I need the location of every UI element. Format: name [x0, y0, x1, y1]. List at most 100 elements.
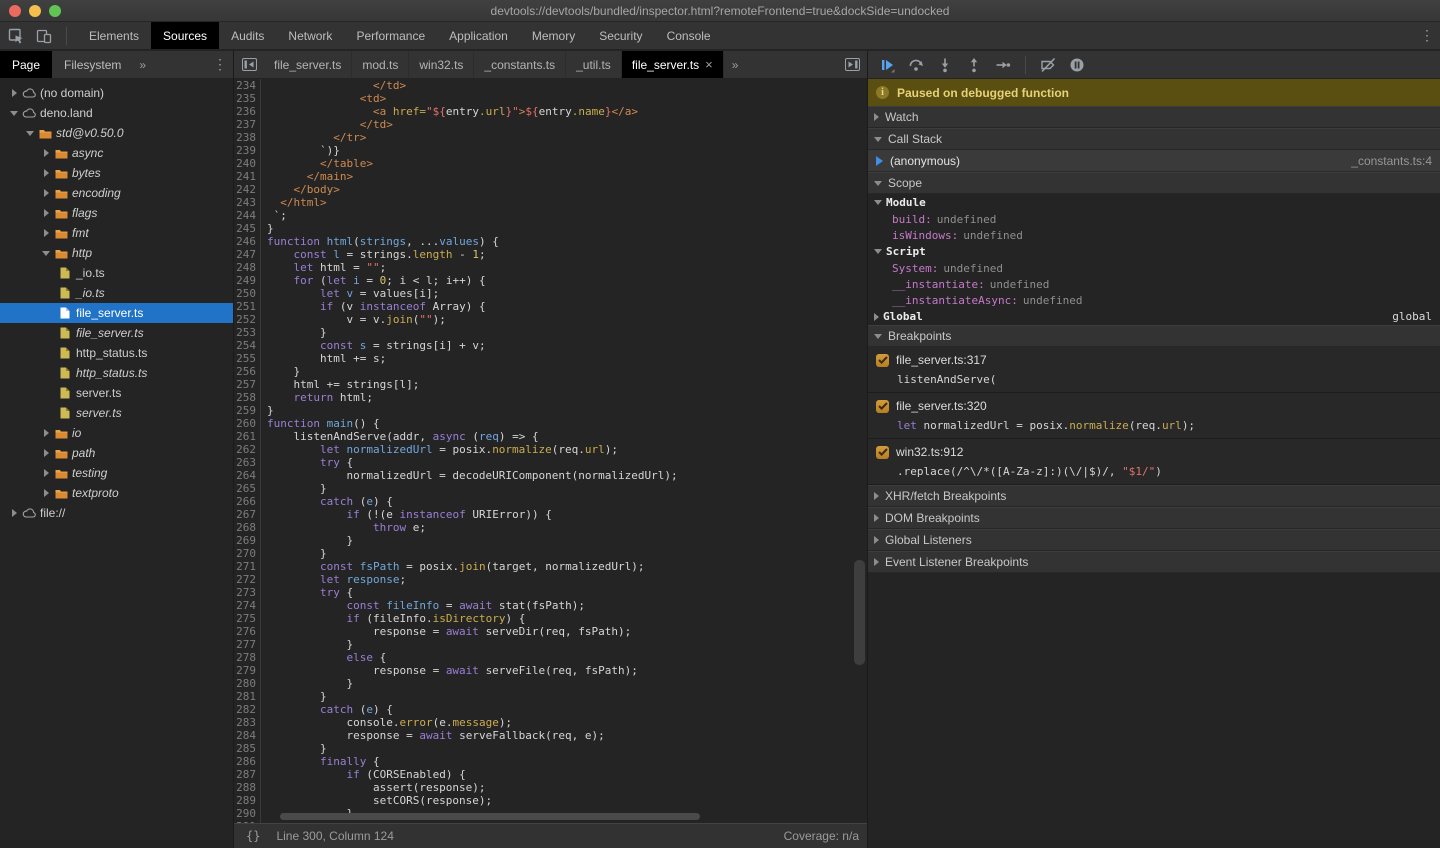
panel-tab-audits[interactable]: Audits — [219, 22, 276, 49]
section-scope[interactable]: Scope — [868, 172, 1440, 194]
chevron-down-icon[interactable] — [8, 111, 20, 116]
line-number[interactable]: 255 — [234, 352, 261, 365]
line-number[interactable]: 257 — [234, 378, 261, 391]
line-number[interactable]: 247 — [234, 248, 261, 261]
zoom-window-button[interactable] — [49, 5, 61, 17]
chevron-right-icon[interactable] — [40, 229, 52, 237]
inspect-element-icon[interactable] — [6, 26, 26, 46]
line-number[interactable]: 283 — [234, 716, 261, 729]
breakpoint-checkbox[interactable] — [876, 446, 889, 459]
chevron-right-icon[interactable] — [40, 489, 52, 497]
tree-item-deno.land[interactable]: deno.land — [0, 103, 233, 123]
tree-item-encoding[interactable]: encoding — [0, 183, 233, 203]
line-number[interactable]: 239 — [234, 144, 261, 157]
breakpoint-checkbox[interactable] — [876, 354, 889, 367]
line-number[interactable]: 286 — [234, 755, 261, 768]
panel-tab-performance[interactable]: Performance — [344, 22, 437, 49]
editor-more-tabs-icon[interactable]: » — [724, 51, 747, 78]
chevron-right-icon[interactable] — [40, 189, 52, 197]
tree-item-path[interactable]: path — [0, 443, 233, 463]
line-number[interactable]: 282 — [234, 703, 261, 716]
vertical-scrollbar[interactable] — [854, 560, 865, 665]
line-number[interactable]: 269 — [234, 534, 261, 547]
breakpoint-checkbox[interactable] — [876, 400, 889, 413]
editor-tab--util.ts[interactable]: _util.ts — [566, 51, 622, 78]
minimize-window-button[interactable] — [29, 5, 41, 17]
scope-property[interactable]: isWindows:undefined — [868, 227, 1440, 243]
tree-item-file-server.ts[interactable]: file_server.ts — [0, 303, 233, 323]
frame-location-link[interactable]: _constants.ts:4 — [1351, 154, 1432, 168]
line-number[interactable]: 288 — [234, 781, 261, 794]
line-number[interactable]: 268 — [234, 521, 261, 534]
tab-filesystem[interactable]: Filesystem — [52, 51, 133, 78]
line-number[interactable]: 272 — [234, 573, 261, 586]
editor-tab-mod.ts[interactable]: mod.ts — [352, 51, 409, 78]
line-number[interactable]: 236 — [234, 105, 261, 118]
scope-property[interactable]: System:undefined — [868, 260, 1440, 276]
chevron-right-icon[interactable] — [40, 209, 52, 217]
line-number[interactable]: 266 — [234, 495, 261, 508]
line-number[interactable]: 248 — [234, 261, 261, 274]
line-number[interactable]: 279 — [234, 664, 261, 677]
chevron-down-icon[interactable] — [24, 131, 36, 136]
line-number[interactable]: 281 — [234, 690, 261, 703]
line-number[interactable]: 261 — [234, 430, 261, 443]
chevron-right-icon[interactable] — [8, 509, 20, 517]
section-global-listeners[interactable]: Global Listeners — [868, 529, 1440, 551]
line-number[interactable]: 241 — [234, 170, 261, 183]
chevron-right-icon[interactable] — [40, 169, 52, 177]
line-number[interactable]: 235 — [234, 92, 261, 105]
tree-item-http-status.ts[interactable]: http_status.ts — [0, 363, 233, 383]
line-number[interactable]: 252 — [234, 313, 261, 326]
line-number[interactable]: 280 — [234, 677, 261, 690]
device-toolbar-icon[interactable] — [34, 26, 54, 46]
line-number[interactable]: 238 — [234, 131, 261, 144]
section-xhr-fetch-breakpoints[interactable]: XHR/fetch Breakpoints — [868, 485, 1440, 507]
line-number[interactable]: 274 — [234, 599, 261, 612]
tab-page[interactable]: Page — [0, 51, 52, 78]
chevron-right-icon[interactable] — [40, 149, 52, 157]
tree-item-flags[interactable]: flags — [0, 203, 233, 223]
line-number[interactable]: 237 — [234, 118, 261, 131]
tree-item-file-server.ts[interactable]: file_server.ts — [0, 323, 233, 343]
chevron-right-icon[interactable] — [40, 469, 52, 477]
line-number[interactable]: 245 — [234, 222, 261, 235]
tree-item-async[interactable]: async — [0, 143, 233, 163]
chevron-down-icon[interactable] — [40, 251, 52, 256]
line-number[interactable]: 267 — [234, 508, 261, 521]
line-number[interactable]: 285 — [234, 742, 261, 755]
panel-tab-console[interactable]: Console — [655, 22, 723, 49]
pause-on-exceptions-icon[interactable] — [1066, 54, 1088, 76]
line-number[interactable]: 263 — [234, 456, 261, 469]
line-number[interactable]: 289 — [234, 794, 261, 807]
line-number[interactable]: 254 — [234, 339, 261, 352]
panel-tab-sources[interactable]: Sources — [151, 22, 219, 49]
horizontal-scrollbar[interactable] — [280, 813, 700, 820]
line-number[interactable]: 287 — [234, 768, 261, 781]
source-code-viewport[interactable]: 234 </td>235 <td>236 <a href="${entry.ur… — [234, 79, 867, 823]
line-number[interactable]: 265 — [234, 482, 261, 495]
editor-tab--constants.ts[interactable]: _constants.ts — [474, 51, 566, 78]
editor-tab-file-server.ts[interactable]: file_server.ts — [264, 51, 352, 78]
chevron-right-icon[interactable] — [40, 449, 52, 457]
hide-navigator-icon[interactable] — [234, 51, 264, 78]
navigator-more-tabs-icon[interactable]: » — [133, 51, 152, 78]
section-event-listener-breakpoints[interactable]: Event Listener Breakpoints — [868, 551, 1440, 573]
line-number[interactable]: 251 — [234, 300, 261, 313]
tree-item-http-status.ts[interactable]: http_status.ts — [0, 343, 233, 363]
line-number[interactable]: 259 — [234, 404, 261, 417]
call-stack-frame[interactable]: (anonymous)_constants.ts:4 — [868, 150, 1440, 172]
line-number[interactable]: 243 — [234, 196, 261, 209]
line-number[interactable]: 284 — [234, 729, 261, 742]
tree-item-server.ts[interactable]: server.ts — [0, 403, 233, 423]
line-number[interactable]: 253 — [234, 326, 261, 339]
line-number[interactable]: 258 — [234, 391, 261, 404]
line-number[interactable]: 234 — [234, 79, 261, 92]
line-number[interactable]: 262 — [234, 443, 261, 456]
panel-tab-memory[interactable]: Memory — [520, 22, 587, 49]
breakpoint-entry[interactable]: file_server.ts:320let normalizedUrl = po… — [868, 393, 1440, 439]
line-number[interactable]: 246 — [234, 235, 261, 248]
close-window-button[interactable] — [9, 5, 21, 17]
scope-group-global[interactable]: Globalglobal — [868, 308, 1440, 325]
line-number[interactable]: 242 — [234, 183, 261, 196]
